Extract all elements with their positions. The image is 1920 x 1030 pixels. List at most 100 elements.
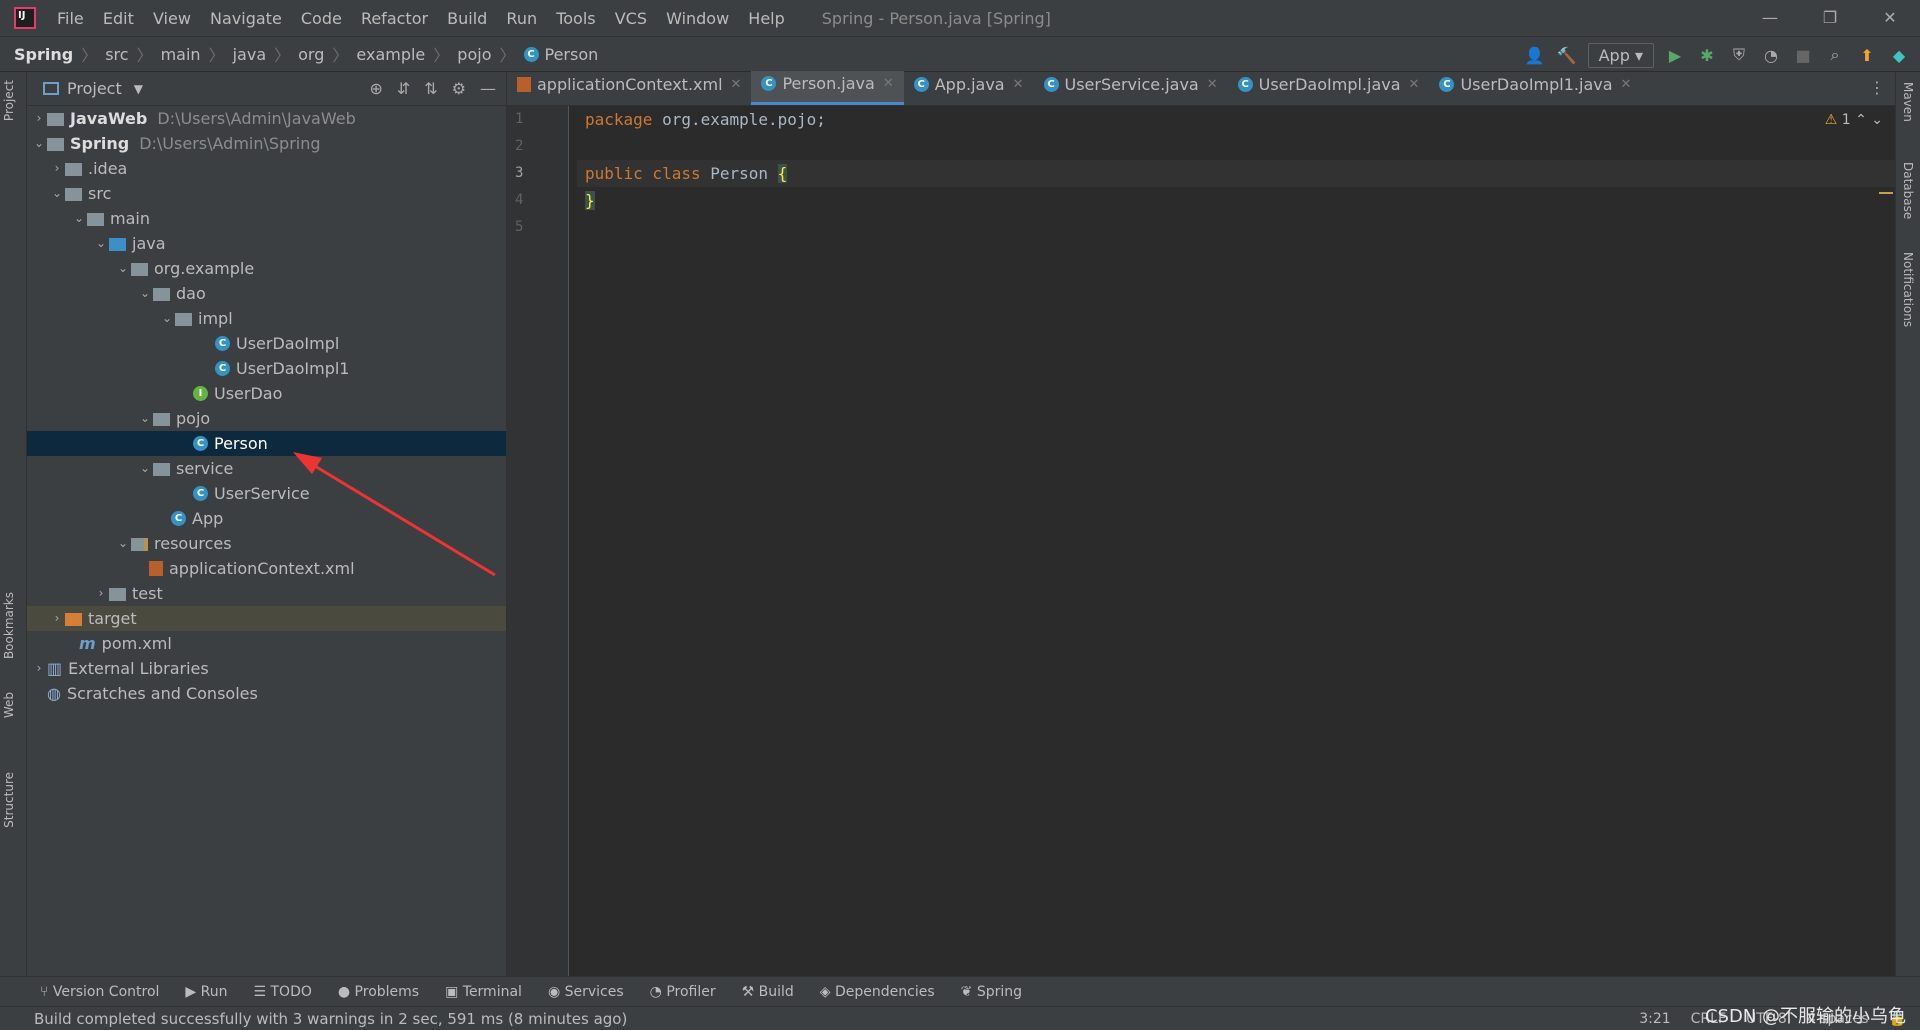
tree-item-target[interactable]: › target [27,606,506,631]
tab-userdaoimpl1-java[interactable]: C UserDaoImpl1.java ✕ [1429,71,1641,105]
chevron-right-icon[interactable]: › [31,656,47,681]
more-tabs-icon[interactable]: ⋮ [1859,78,1895,105]
terminal-tab[interactable]: ▣ Terminal [445,984,522,1000]
project-panel-title[interactable]: Project [67,79,122,98]
menu-run[interactable]: Run [506,9,537,28]
chevron-down-icon[interactable]: ⌄ [137,281,153,306]
expand-all-icon[interactable]: ⇵ [397,79,410,98]
search-icon[interactable]: ⌕ [1824,45,1846,65]
close-tab-icon[interactable]: ✕ [731,77,742,92]
close-tab-icon[interactable]: ✕ [883,76,894,91]
bookmarks-tool-tab[interactable]: Bookmarks [2,592,16,659]
hide-icon[interactable]: — [480,79,496,98]
stop-icon[interactable]: ■ [1792,46,1814,65]
minimize-icon[interactable]: — [1740,0,1800,36]
profile-icon[interactable]: ◔ [1760,46,1782,65]
dependencies-tab[interactable]: ◈ Dependencies [820,984,935,1000]
menu-window[interactable]: Window [666,9,729,28]
menu-build[interactable]: Build [447,9,487,28]
chevron-right-icon[interactable]: › [49,606,65,631]
tree-item-person[interactable]: C Person [27,431,506,456]
gear-icon[interactable]: ⚙ [452,79,466,98]
profiler-tab[interactable]: ◔ Profiler [650,984,716,1000]
tab-applicationcontext-xml[interactable]: applicationContext.xml ✕ [507,71,751,105]
tree-item-org-example[interactable]: ⌄ org.example [27,256,506,281]
web-tool-tab[interactable]: Web [2,692,16,718]
structure-tool-tab[interactable]: Structure [2,772,16,828]
tree-item-test[interactable]: › test [27,581,506,606]
tree-item-pom-xml[interactable]: m pom.xml [27,631,506,656]
locate-icon[interactable]: ⊕ [369,79,382,98]
tree-item-userdaoimpl1[interactable]: C UserDaoImpl1 [27,356,506,381]
build-tab[interactable]: ⚒ Build [742,984,794,1000]
code-editor[interactable]: package org.example.pojo; public class P… [577,106,1895,241]
tree-item-main[interactable]: ⌄ main [27,206,506,231]
status-message[interactable]: Build completed successfully with 3 warn… [34,1010,627,1028]
project-tool-tab[interactable]: Project [2,80,16,121]
chevron-down-icon[interactable]: ⌄ [49,181,65,206]
tree-item-userdao[interactable]: I UserDao [27,381,506,406]
tree-item-impl[interactable]: ⌄ impl [27,306,506,331]
chevron-right-icon[interactable]: › [93,581,109,606]
notifications-tool-tab[interactable]: Notifications [1901,252,1915,327]
close-tab-icon[interactable]: ✕ [1207,77,1218,92]
chevron-down-icon[interactable]: ⌄ [159,306,175,331]
run-tab[interactable]: ▶ Run [185,984,227,1000]
restore-icon[interactable]: ❐ [1800,0,1860,36]
tab-app-java[interactable]: C App.java ✕ [904,71,1034,105]
debug-icon[interactable]: ✱ [1696,46,1718,65]
menu-code[interactable]: Code [301,9,342,28]
tree-item-app[interactable]: C App [27,506,506,531]
chevron-right-icon[interactable]: › [31,106,47,131]
chevron-down-icon[interactable]: ⌄ [31,131,47,156]
menu-edit[interactable]: Edit [103,9,134,28]
caret-position[interactable]: 3:21 [1639,1011,1670,1027]
menu-vcs[interactable]: VCS [615,9,647,28]
tree-item-resources[interactable]: ⌄ resources [27,531,506,556]
database-tool-tab[interactable]: Database [1901,162,1915,219]
menu-tools[interactable]: Tools [556,9,595,28]
tree-item-userservice[interactable]: C UserService [27,481,506,506]
tree-item-applicationcontext-xml[interactable]: applicationContext.xml [27,556,506,581]
tree-item-src[interactable]: ⌄ src [27,181,506,206]
chevron-right-icon[interactable]: › [49,156,65,181]
user-icon[interactable]: 👤 [1524,46,1546,65]
tree-item-external-libraries[interactable]: › ▥ External Libraries [27,656,506,681]
version-control-tab[interactable]: ⑂ Version Control [40,984,159,1000]
tab-userservice-java[interactable]: C UserService.java ✕ [1034,71,1228,105]
coverage-icon[interactable]: ⛨ [1728,45,1750,65]
chevron-down-icon[interactable]: ⌄ [93,231,109,256]
breadcrumb-java[interactable]: java [233,45,267,64]
menu-navigate[interactable]: Navigate [210,9,282,28]
chevron-down-icon[interactable]: ⌄ [71,206,87,231]
tree-item-pojo[interactable]: ⌄ pojo [27,406,506,431]
chevron-down-icon[interactable]: ⌄ [115,256,131,281]
close-icon[interactable]: ✕ [1860,0,1920,36]
spring-tab[interactable]: ❦ Spring [961,984,1022,1000]
services-tab[interactable]: ◉ Services [548,984,624,1000]
build-hammer-icon[interactable]: 🔨 [1556,46,1578,65]
tree-item-scratches[interactable]: ◍ Scratches and Consoles [27,681,506,706]
maven-tool-tab[interactable]: Maven [1901,82,1915,122]
menu-file[interactable]: File [57,9,84,28]
breadcrumb-person[interactable]: Person [545,45,599,64]
run-icon[interactable]: ▶ [1664,46,1686,65]
close-tab-icon[interactable]: ✕ [1409,77,1420,92]
chevron-down-icon[interactable]: ⌄ [137,406,153,431]
tree-item-dao[interactable]: ⌄ dao [27,281,506,306]
chevron-down-icon[interactable]: ▼ [134,82,143,96]
inspection-widget[interactable]: ⚠ 1 ⌃ ⌄ [1825,112,1883,128]
tab-person-java[interactable]: C Person.java ✕ [751,71,904,105]
collapse-all-icon[interactable]: ⇅ [424,79,437,98]
breadcrumb-main[interactable]: main [161,45,201,64]
close-tab-icon[interactable]: ✕ [1013,77,1024,92]
todo-tab[interactable]: ☰ TODO [253,984,311,1000]
menu-refactor[interactable]: Refactor [361,9,428,28]
toolbox-icon[interactable]: ◆ [1888,46,1910,65]
tree-item-idea[interactable]: › .idea [27,156,506,181]
run-config-select[interactable]: App ▾ [1587,42,1654,68]
chevron-down-icon[interactable]: ⌄ [137,456,153,481]
tab-userdaoimpl-java[interactable]: C UserDaoImpl.java ✕ [1228,71,1430,105]
close-tab-icon[interactable]: ✕ [1621,77,1632,92]
problems-tab[interactable]: ● Problems [338,984,419,1000]
